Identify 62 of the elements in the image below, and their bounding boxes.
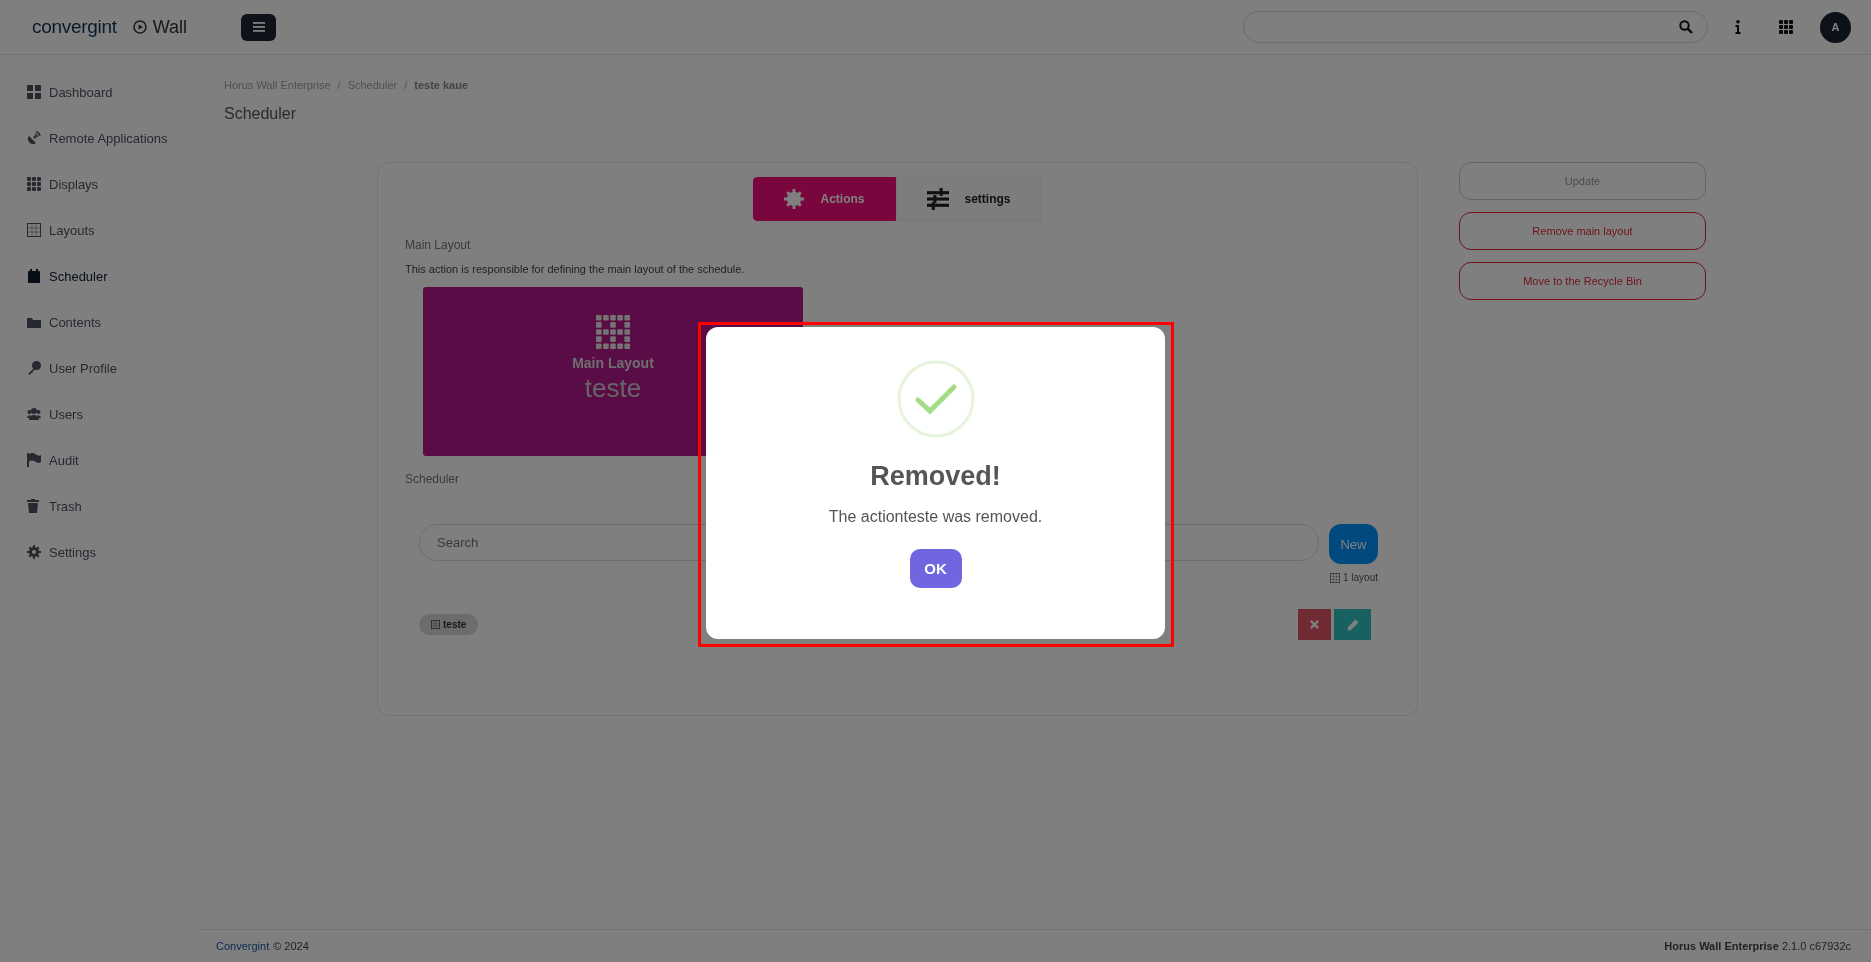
sidebar-item[interactable]: User Profile (0, 345, 224, 391)
page-title: Scheduler (224, 105, 298, 123)
section-title: Main Layout (405, 238, 471, 252)
menu-icon (252, 22, 265, 32)
gear-icon (784, 189, 805, 209)
action-button[interactable]: Remove main layout (1459, 212, 1706, 250)
info-icon (1735, 20, 1741, 34)
sidebar-item[interactable]: Users (0, 391, 224, 437)
copyright-text: © 2024 (273, 940, 309, 952)
grid-icon (27, 85, 41, 99)
close-icon (1310, 620, 1319, 629)
play-circle-icon (132, 20, 147, 34)
app-name: Wall (152, 16, 187, 38)
section-description: This action is responsible for defining the main layout of the schedule. (405, 263, 745, 275)
calendar-icon (27, 269, 41, 283)
sidebar-item[interactable]: Layouts (0, 207, 224, 253)
gear-icon (27, 545, 41, 559)
tab[interactable]: Actions (753, 177, 896, 221)
delete-button[interactable] (1298, 609, 1331, 640)
folder-icon (27, 315, 41, 329)
satellite-dish-icon (27, 131, 41, 145)
breadcrumb-separator: / (337, 79, 341, 91)
search-icon (1679, 20, 1693, 34)
breadcrumb-item: teste kaue (414, 79, 469, 91)
pencil-icon (1346, 618, 1359, 631)
ok-button[interactable]: OK (909, 549, 962, 588)
layout-grid-icon (27, 223, 41, 237)
trash-icon (27, 499, 41, 513)
version-text: Horus Wall Enterprise 2.1.0 c67932c (1664, 940, 1851, 952)
dialog-message: The actionteste was removed. (828, 508, 1043, 526)
layout-card-value: teste (584, 373, 642, 404)
sidebar-item[interactable]: Dashboard (0, 69, 224, 115)
sidebar-item[interactable]: Scheduler (0, 253, 224, 299)
sidebar-item[interactable]: Audit (0, 437, 224, 483)
footer-link[interactable]: Convergint (216, 940, 270, 952)
layout-chip[interactable]: teste (419, 614, 479, 635)
checkmark-circle-icon (896, 360, 975, 438)
dots-grid-icon (596, 315, 630, 349)
section-title: Scheduler (405, 472, 460, 486)
tab[interactable]: settings (895, 177, 1042, 221)
layout-card-label: Main Layout (572, 355, 654, 371)
dialog-title: Removed! (870, 461, 1001, 492)
brand-logo: convergint (32, 16, 117, 38)
sliders-icon (926, 188, 949, 210)
users-icon (27, 407, 41, 421)
sidebar-item[interactable]: Contents (0, 299, 224, 345)
sidebar-item[interactable]: Remote Applications (0, 115, 224, 161)
layout-grid-icon (1329, 572, 1340, 583)
action-button[interactable]: Move to the Recycle Bin (1459, 262, 1706, 300)
sidebar-item[interactable]: Settings (0, 529, 224, 575)
avatar[interactable]: A (1820, 11, 1851, 43)
flag-icon (27, 453, 41, 467)
grid-icon (1779, 20, 1793, 34)
sidebar-item[interactable]: Trash (0, 483, 224, 529)
key-icon (27, 361, 41, 375)
menu-button[interactable] (241, 13, 276, 41)
layout-grid-icon (431, 620, 440, 629)
new-button[interactable]: New (1329, 524, 1378, 564)
dots-grid-icon (27, 177, 41, 191)
layout-count: 1 layout (1342, 572, 1378, 583)
sidebar-item[interactable]: Displays (0, 161, 224, 207)
breadcrumb-separator: / (404, 79, 408, 91)
